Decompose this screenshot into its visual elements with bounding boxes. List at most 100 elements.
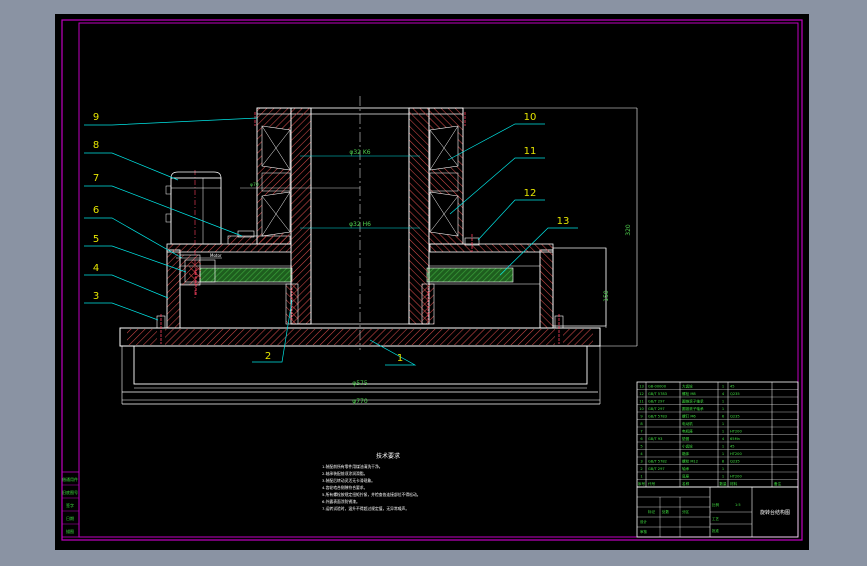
bom-cell: 圆锥滚子轴承 <box>682 406 704 411</box>
bom-cell: Q235 <box>730 392 740 396</box>
bom-cell: Q235 <box>730 460 740 464</box>
tb-role: 审核 <box>640 529 648 534</box>
tb-role: 批准 <box>712 528 720 533</box>
side-strip-cell-3: 签字 <box>66 502 74 508</box>
bom-cell: GB/T 5783 <box>648 392 667 396</box>
tb-label: 处数 <box>662 509 670 514</box>
dim-base-inner: φ575 <box>352 380 368 387</box>
tb-scale-value: 1:5 <box>735 503 741 507</box>
bom-header-cell: 备注 <box>774 481 782 486</box>
bom-cell: GB/T 297 <box>648 407 665 411</box>
bom-cell: 45 <box>730 445 735 449</box>
bom-cell: 1 <box>722 430 724 434</box>
callout-4: 4 <box>93 263 99 274</box>
dim-base-outer: φ770 <box>352 398 368 405</box>
bom-cell: 箱体 <box>682 451 690 456</box>
housing-right-wall <box>539 249 554 329</box>
bom-header-cell: 数量 <box>719 481 727 486</box>
tb-role: 工艺 <box>712 516 720 521</box>
bom-cell: 小齿轮 <box>682 444 693 449</box>
bom-cell: 圆锥滚子轴承 <box>682 399 704 404</box>
bom-cell: 3 <box>640 460 642 464</box>
bom-cell: GB/T 93 <box>648 437 662 441</box>
side-strip-cell-1: 借通用件 <box>62 476 78 482</box>
notes-title: 技术要求 <box>376 452 400 460</box>
bom-header-cell: 名称 <box>682 481 690 486</box>
dim-height-lower: 150 <box>603 290 610 302</box>
bom-cell: 1 <box>722 452 724 456</box>
bom-cell: 11 <box>639 400 644 404</box>
note-line: 3.装配后转动灵活无卡滞现象。 <box>322 478 375 483</box>
side-strip-cell-5: 描图 <box>66 528 74 534</box>
drawing-canvas: 借通用件 旧底图号 签字 日期 描图 φ32 K6 φ32 H6 φ70 φ57… <box>55 14 809 550</box>
bom-cell: 底座 <box>682 474 690 479</box>
callout-8: 8 <box>93 140 99 151</box>
callout-9: 9 <box>93 112 99 123</box>
side-strip-cell-2: 旧底图号 <box>62 489 78 495</box>
bom-cell: HT200 <box>730 475 742 479</box>
bom-cell: 12 <box>639 392 644 396</box>
bom-cell: 1 <box>722 385 724 389</box>
bom-cell: 电机座 <box>682 429 693 434</box>
dim-small: φ70 <box>250 182 259 188</box>
bom-cell: GB/T 297 <box>648 467 665 471</box>
bom-cell: 螺栓 M8 <box>682 391 696 396</box>
note-line: 4.齿轮啮合侧隙符合要求。 <box>322 485 367 490</box>
cad-viewport[interactable]: 借通用件 旧底图号 签字 日期 描图 φ32 K6 φ32 H6 φ70 φ57… <box>0 0 867 562</box>
tb-role: 设计 <box>640 519 648 524</box>
bom-header-cell: 序号 <box>638 481 646 486</box>
side-strip-cell-4: 日期 <box>66 515 74 521</box>
note-line: 2.轴承装配前须涂润滑脂。 <box>322 471 367 476</box>
bom-cell: 螺栓 M12 <box>682 459 698 464</box>
bom-cell: 轴承 <box>682 466 690 471</box>
bom-cell: HT200 <box>730 430 742 434</box>
bom-cell: 1 <box>722 467 724 471</box>
bom-cell: 1 <box>722 475 724 479</box>
tb-scale-label: 比例 <box>712 502 720 507</box>
bom-cell: 10 <box>639 407 644 411</box>
bom-cell: GB-00000 <box>648 385 667 389</box>
bom-cell: Q235 <box>730 415 740 419</box>
bom-cell: 13 <box>639 385 644 389</box>
callout-1: 1 <box>397 353 403 364</box>
bom-cell: 2 <box>640 467 642 471</box>
bom-cell: 电动机 <box>682 421 693 426</box>
callout-6: 6 <box>93 205 99 216</box>
dim-height-total: 320 <box>625 224 632 236</box>
bom-cell: 1 <box>722 422 724 426</box>
bom-cell: 大齿轮 <box>682 384 693 389</box>
dim-shaft-lower: φ32 H6 <box>349 221 371 228</box>
bom-header-cell: 材料 <box>730 481 738 486</box>
note-line: 6.外露表面涂防锈漆。 <box>322 499 360 504</box>
callout-2: 2 <box>265 351 271 362</box>
housing-left-wall <box>166 249 181 329</box>
dim-shaft-upper: φ32 K6 <box>349 149 370 156</box>
bom-cell: 1 <box>640 475 642 479</box>
bom-cell: GB/T 297 <box>648 400 665 404</box>
callout-7: 7 <box>93 173 99 184</box>
callout-13: 13 <box>557 216 570 227</box>
drawing-title: 旋转台结构图 <box>760 509 790 516</box>
bom-cell: 螺钉 M6 <box>682 414 696 419</box>
note-line: 7.运转试验时，温升不得超过规定值，无异常噪声。 <box>322 506 409 511</box>
tb-label: 标记 <box>648 509 656 514</box>
bom-cell: 1 <box>722 445 724 449</box>
bom-header-cell: 代号 <box>648 481 656 486</box>
bom-cell: GB/T 5782 <box>648 460 667 464</box>
housing-top-right <box>429 243 554 253</box>
callout-3: 3 <box>93 291 99 302</box>
note-line: 1.装配前所有零件用煤油清洗干净。 <box>322 464 383 469</box>
bom-cell: GB/T 5783 <box>648 415 667 419</box>
callout-5: 5 <box>93 234 99 245</box>
callout-12: 12 <box>524 188 537 199</box>
bom-cell: 65Mn <box>730 437 740 441</box>
housing-top-left <box>166 243 292 253</box>
bom-cell: 5 <box>640 445 642 449</box>
bom-cell: 垫圈 <box>682 436 690 441</box>
bom-cell: 7 <box>640 430 642 434</box>
note-line: 5.所有螺栓按规定扭矩拧紧，并检查各连接部位不得松动。 <box>322 492 421 497</box>
gear-left <box>199 267 293 283</box>
motor-label: Motor <box>210 253 222 258</box>
callout-10: 10 <box>524 112 537 123</box>
bom-cell: 1 <box>722 407 724 411</box>
